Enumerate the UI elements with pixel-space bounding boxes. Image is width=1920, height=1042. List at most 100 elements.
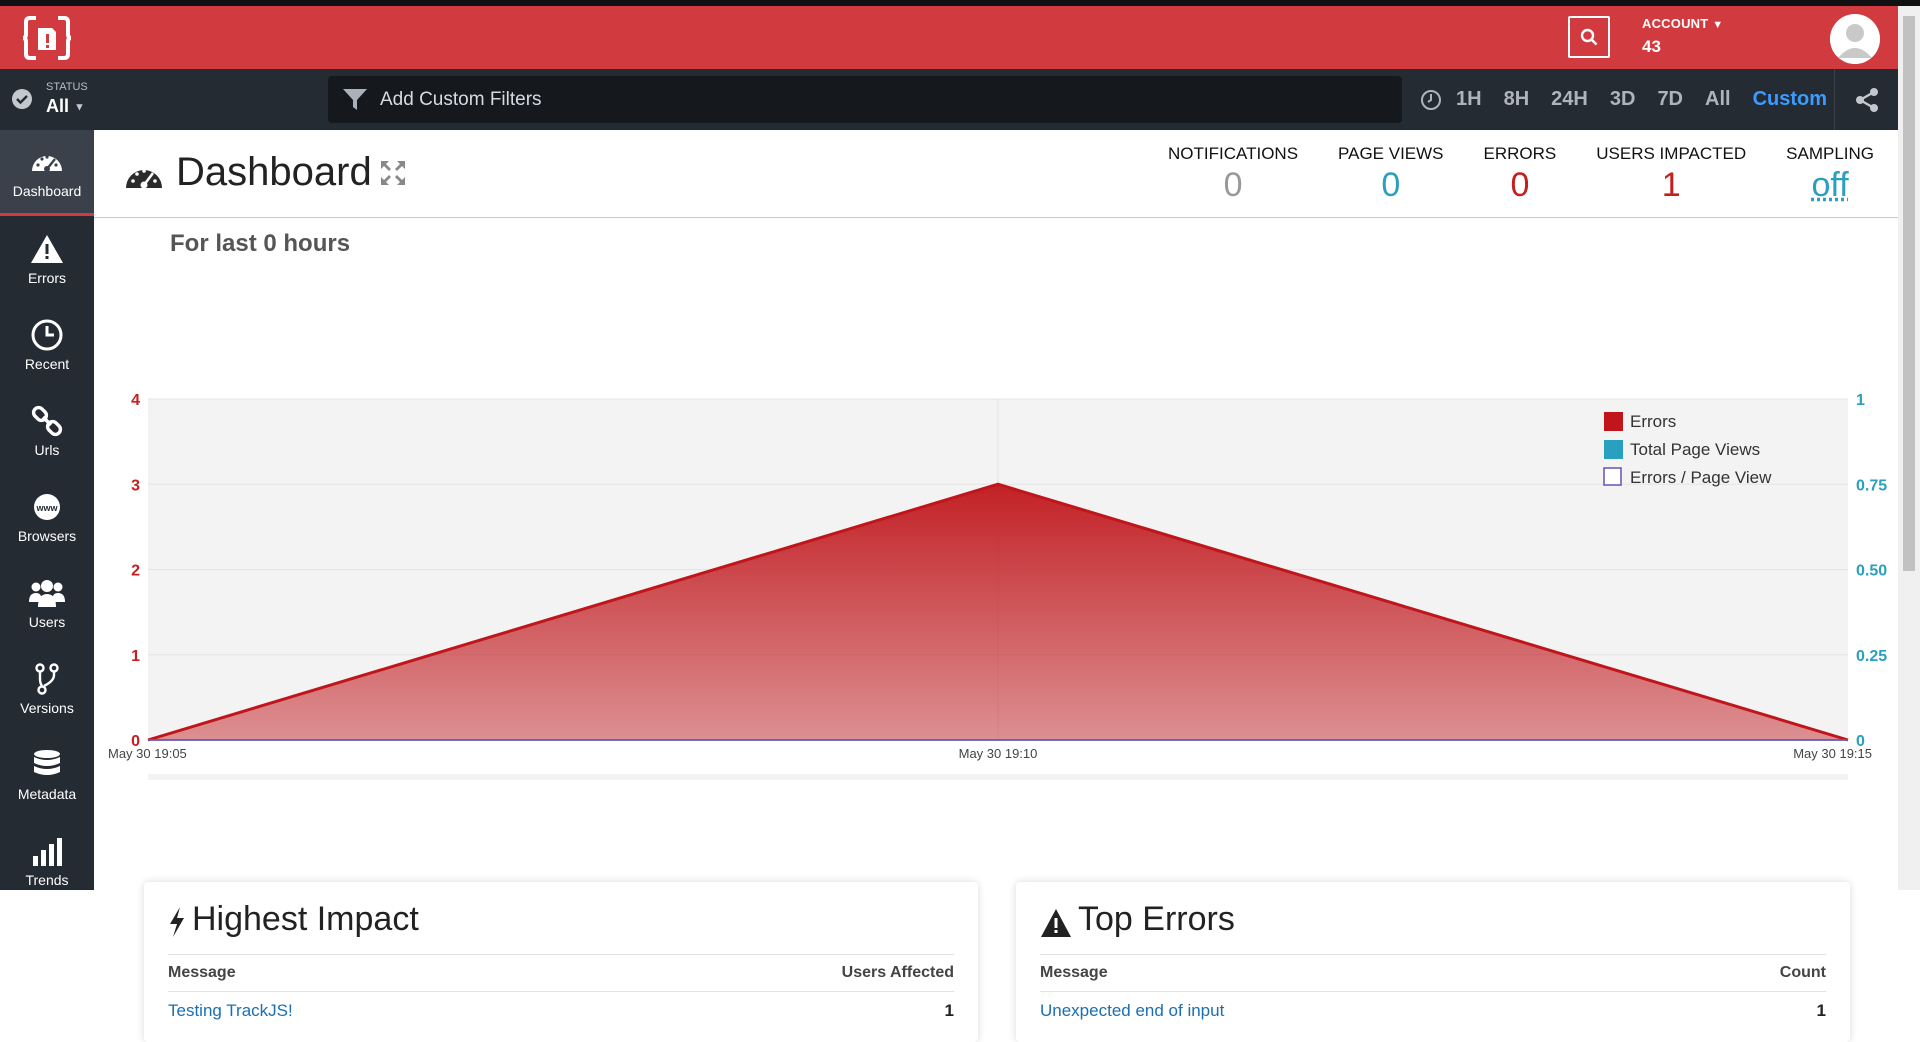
x-tick-label: May 30 19:10 (959, 746, 1038, 761)
table-row[interactable]: Unexpected end of input 1 (1040, 994, 1826, 1028)
stat-value: 0 (1168, 166, 1298, 205)
share-icon (1854, 87, 1880, 113)
stat-label: NOTIFICATIONS (1168, 144, 1298, 164)
sidebar-nav: Dashboard Errors Recent Urls www Browser… (0, 130, 94, 890)
range-8h[interactable]: 8H (1504, 88, 1530, 111)
share-button[interactable] (1834, 69, 1898, 130)
www-icon: www (30, 492, 64, 522)
avatar[interactable] (1830, 14, 1880, 64)
stat-label: USERS IMPACTED (1596, 144, 1746, 164)
column-header-count: Count (1780, 964, 1826, 982)
table-header: Message Count (1040, 954, 1826, 992)
error-message-link[interactable]: Testing TrackJS! (168, 1001, 293, 1021)
time-range-selector: 1H 8H 24H 3D 7D All Custom (1420, 69, 1849, 130)
users-icon (28, 578, 66, 608)
stat-notifications[interactable]: NOTIFICATIONS 0 (1168, 144, 1298, 205)
range-1h[interactable]: 1H (1456, 88, 1482, 111)
custom-filter-input[interactable]: Add Custom Filters (328, 76, 1402, 123)
scrollbar-thumb[interactable] (1903, 16, 1915, 571)
stat-page-views[interactable]: PAGE VIEWS 0 (1338, 144, 1444, 205)
filter-placeholder: Add Custom Filters (380, 89, 542, 111)
account-label: ACCOUNT (1642, 16, 1708, 31)
stat-errors[interactable]: ERRORS 0 (1484, 144, 1557, 205)
y-left-tick-label: 4 (131, 392, 140, 409)
y-left-tick-label: 2 (131, 563, 140, 580)
chevron-down-icon: ▼ (74, 101, 85, 113)
database-icon (32, 749, 62, 781)
card-title: Top Errors (1078, 900, 1235, 939)
stat-users-impacted[interactable]: USERS IMPACTED 1 (1596, 144, 1746, 205)
x-tick-label: May 30 19:15 (1793, 746, 1872, 761)
clock-icon (31, 319, 63, 351)
sidebar-item-users[interactable]: Users (0, 560, 94, 646)
legend-entry[interactable]: Errors (1630, 412, 1676, 431)
chart-subtitle: For last 0 hours (170, 230, 350, 258)
stat-sampling[interactable]: SAMPLING off (1786, 144, 1874, 205)
range-all[interactable]: All (1705, 88, 1731, 111)
sidebar-item-label: Trends (25, 872, 68, 888)
sidebar-item-metadata[interactable]: Metadata (0, 732, 94, 818)
stat-value: 1 (1596, 166, 1746, 205)
link-icon (31, 405, 63, 437)
sidebar-item-label: Metadata (18, 786, 76, 802)
y-left-tick-label: 3 (131, 477, 140, 494)
errors-chart: 0123400.250.500.751May 30 19:05 May 30 19… (94, 260, 1898, 780)
sidebar-item-errors[interactable]: Errors (0, 216, 94, 302)
sidebar-item-label: Browsers (18, 528, 76, 544)
summary-stats: NOTIFICATIONS 0 PAGE VIEWS 0 ERRORS 0 US… (1128, 144, 1898, 205)
trend-bars-icon (31, 836, 63, 866)
stat-label: SAMPLING (1786, 144, 1874, 164)
status-filter[interactable]: STATUS All ▼ (0, 69, 94, 130)
account-menu[interactable]: ACCOUNT ▼ 43 (1642, 16, 1723, 57)
column-header-users: Users Affected (842, 964, 954, 982)
search-icon (1580, 28, 1598, 46)
sidebar-item-versions[interactable]: Versions (0, 646, 94, 732)
warning-icon (30, 234, 64, 264)
page-header: Dashboard NOTIFICATIONS 0 PAGE VIEWS 0 E… (94, 130, 1898, 218)
legend-entry[interactable]: Errors / Page View (1630, 468, 1772, 487)
y-right-tick-label: 0.50 (1856, 563, 1887, 580)
range-custom[interactable]: Custom (1753, 88, 1827, 111)
range-7d[interactable]: 7D (1657, 88, 1683, 111)
sidebar-item-label: Versions (20, 700, 74, 716)
funnel-icon (342, 88, 368, 112)
page-scrollbar[interactable] (1898, 6, 1920, 890)
top-errors-card: Top Errors Message Count Unexpected end … (1016, 882, 1850, 1042)
range-navigator[interactable] (148, 774, 1848, 780)
error-message-link[interactable]: Unexpected end of input (1040, 1001, 1224, 1021)
clock-icon (1420, 89, 1442, 111)
sidebar-item-urls[interactable]: Urls (0, 388, 94, 474)
legend-swatch (1604, 468, 1621, 485)
range-24h[interactable]: 24H (1551, 88, 1588, 111)
sidebar-item-trends[interactable]: Trends (0, 818, 94, 904)
expand-icon[interactable] (378, 158, 408, 188)
card-title: Highest Impact (192, 900, 419, 939)
table-header: Message Users Affected (168, 954, 954, 992)
chevron-down-icon: ▼ (1712, 19, 1723, 31)
gauge-icon (30, 147, 64, 177)
branch-icon (34, 663, 60, 695)
y-right-tick-label: 1 (1856, 392, 1865, 409)
legend-entry[interactable]: Total Page Views (1630, 440, 1760, 459)
table-row[interactable]: Testing TrackJS! 1 (168, 994, 954, 1028)
range-3d[interactable]: 3D (1610, 88, 1636, 111)
y-right-tick-label: 0.75 (1856, 477, 1887, 494)
sidebar-item-label: Errors (28, 270, 66, 286)
stat-label: ERRORS (1484, 144, 1557, 164)
sidebar-item-recent[interactable]: Recent (0, 302, 94, 388)
search-button[interactable] (1568, 16, 1610, 58)
top-navbar: ACCOUNT ▼ 43 (0, 6, 1898, 69)
account-value: 43 (1642, 37, 1723, 57)
check-circle-icon (11, 88, 33, 110)
svg-text:www: www (35, 503, 58, 513)
users-affected-count: 1 (945, 1001, 954, 1021)
gauge-icon (124, 158, 164, 192)
sidebar-item-browsers[interactable]: www Browsers (0, 474, 94, 560)
filter-bar: STATUS All ▼ Add Custom Filters 1H 8H 24… (0, 69, 1898, 130)
stat-value[interactable]: off (1786, 166, 1874, 205)
page-title: Dashboard (176, 150, 372, 195)
user-avatar-icon (1830, 14, 1880, 64)
sidebar-item-dashboard[interactable]: Dashboard (0, 130, 94, 216)
highest-impact-card: Highest Impact Message Users Affected Te… (144, 882, 978, 1042)
logo[interactable] (0, 6, 94, 69)
